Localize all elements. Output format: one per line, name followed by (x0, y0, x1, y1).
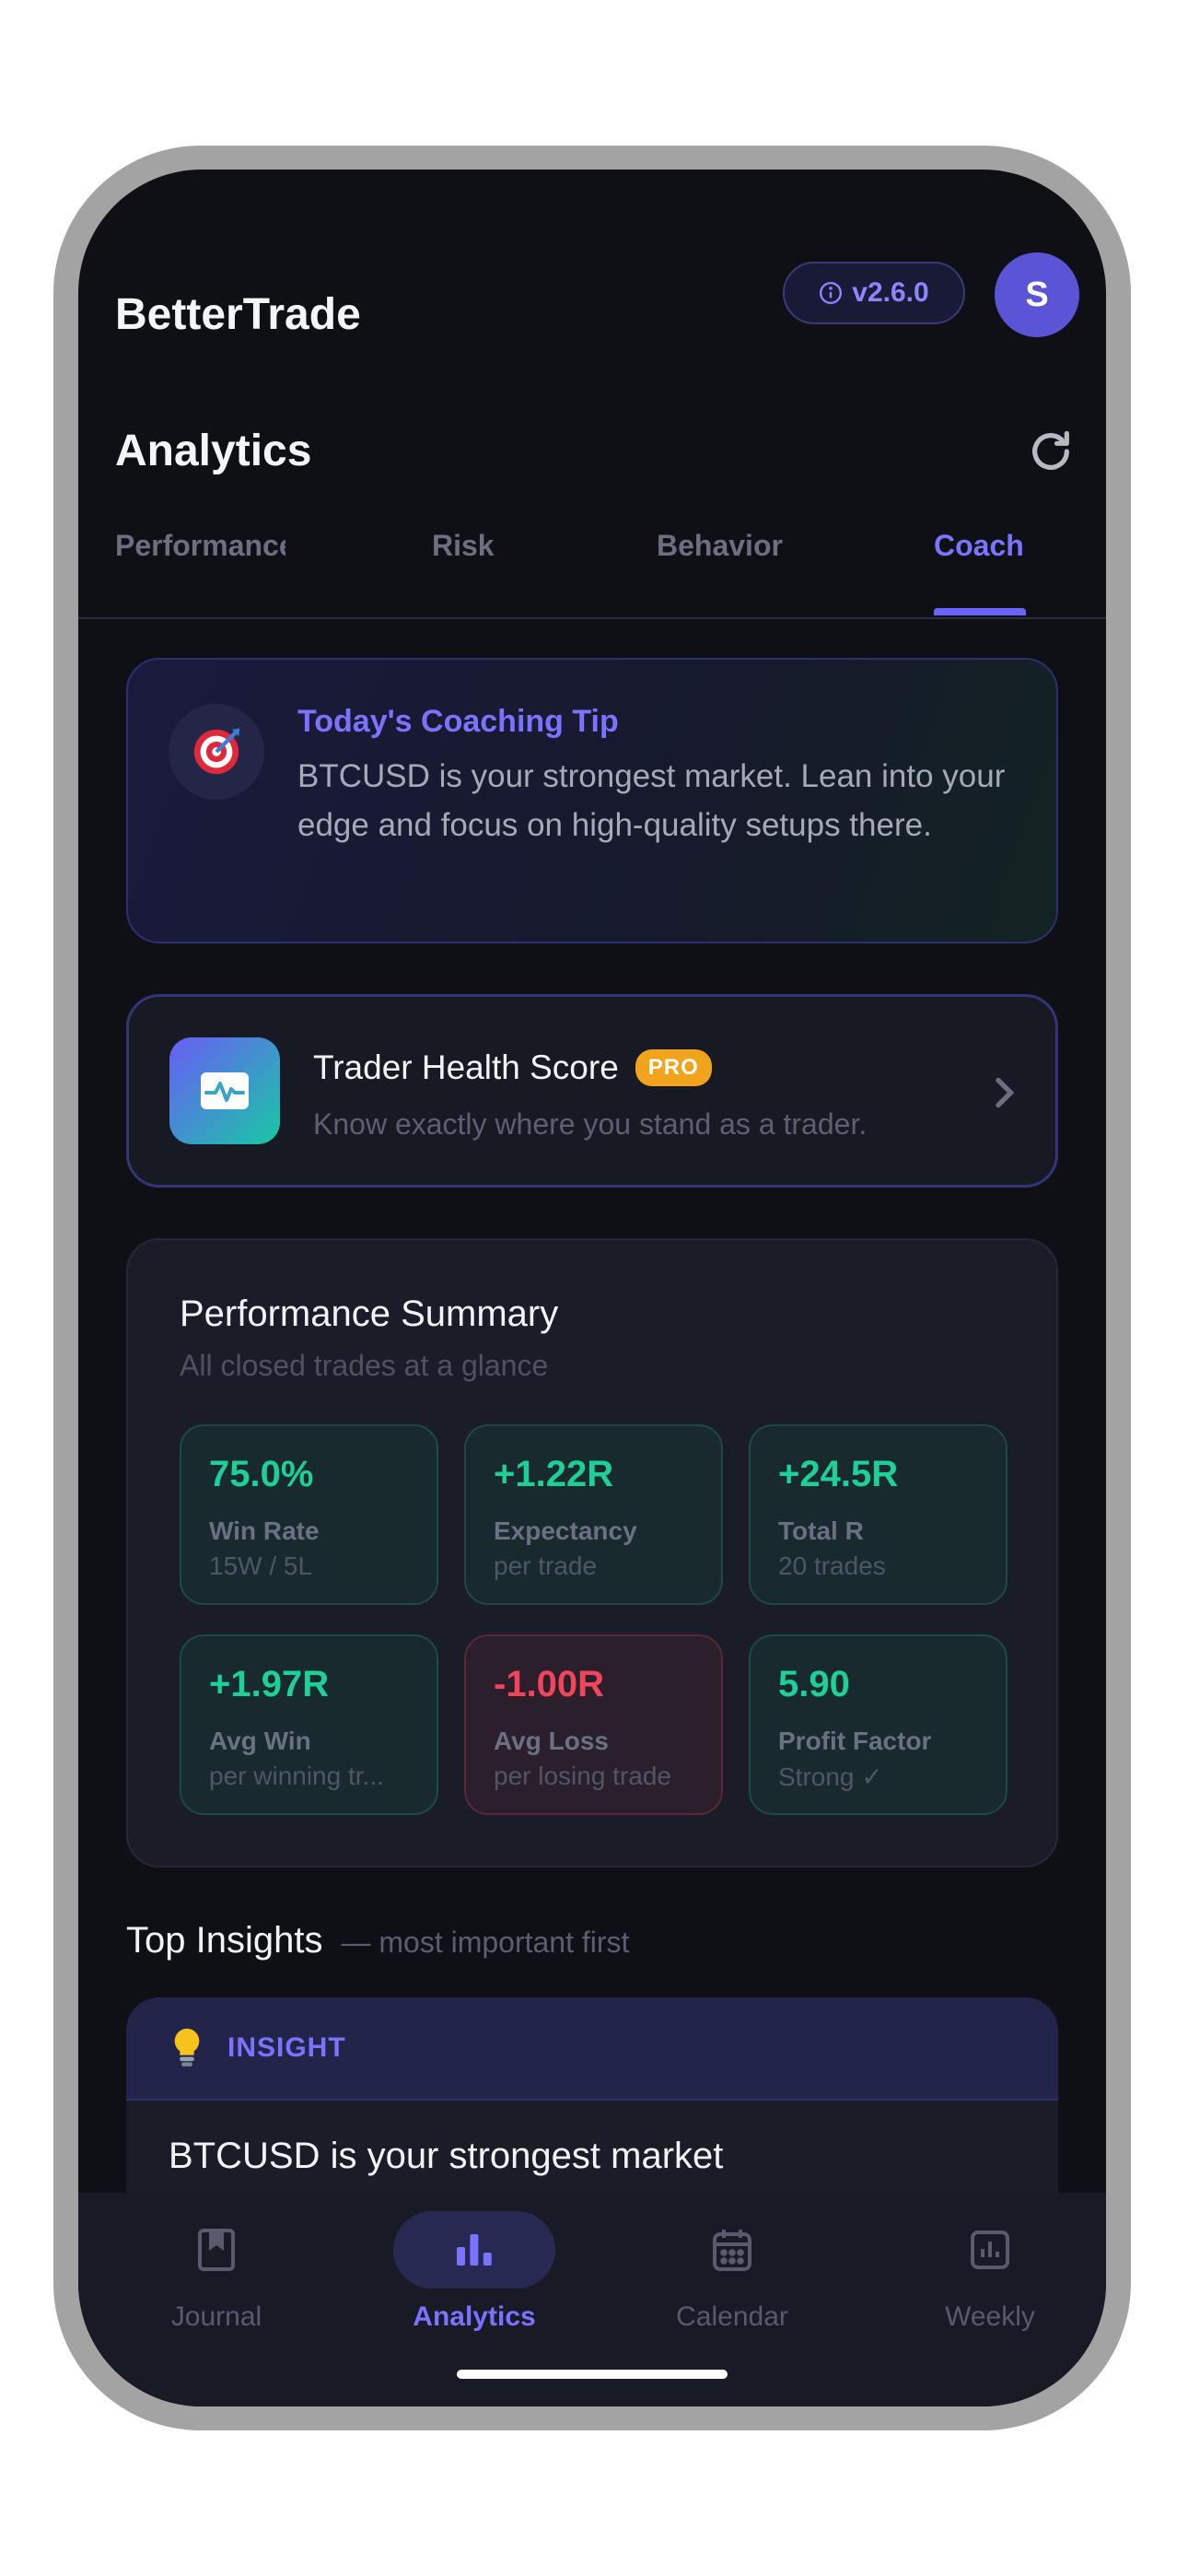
nav-calendar[interactable]: Calendar (640, 2211, 824, 2333)
stat-sub: 15W / 5L (209, 1551, 313, 1580)
health-score-title-row: Trader Health Score PRO (313, 1048, 712, 1087)
stat-label: Avg Loss (494, 1727, 609, 1755)
stat-value: -1.00R (494, 1664, 605, 1704)
app-screen: BetterTrade v2.6.0 S Analytics Performan… (78, 170, 1106, 2406)
insight-card-header: INSIGHT (126, 1997, 1058, 2101)
chevron-right-icon (996, 1077, 1015, 1108)
stat-value: 5.90 (778, 1664, 850, 1704)
page-title: Analytics (115, 427, 312, 475)
stat-sub: per losing trade (494, 1762, 672, 1790)
top-insights-heading: Top Insights — most important first (126, 1920, 629, 1961)
trader-health-score-card[interactable]: Trader Health Score PRO Know exactly whe… (126, 994, 1058, 1188)
summary-subtitle: All closed trades at a glance (180, 1349, 549, 1382)
insights-title: Top Insights (126, 1920, 323, 1961)
app-brand: BetterTrade (115, 290, 361, 339)
tab-risk[interactable]: Risk (432, 529, 495, 617)
stat-total-r: +24.5R Total R 20 trades (749, 1424, 1007, 1605)
phone-frame: BetterTrade v2.6.0 S Analytics Performan… (53, 146, 1131, 2430)
stat-expectancy: +1.22R Expectancy per trade (464, 1424, 723, 1605)
stat-sub: per trade (494, 1551, 598, 1580)
summary-title: Performance Summary (180, 1294, 559, 1334)
nav-label: Weekly (945, 2301, 1035, 2332)
pulse-icon (169, 1037, 280, 1144)
avatar-initial: S (1025, 275, 1049, 314)
chart-square-icon (971, 2231, 1009, 2269)
bar-chart-icon (457, 2234, 492, 2266)
info-icon (820, 281, 843, 305)
stat-profit-factor: 5.90 Profit Factor Strong ✓ (749, 1634, 1007, 1815)
stat-avg-loss: -1.00R Avg Loss per losing trade (464, 1634, 723, 1815)
pro-badge: PRO (635, 1049, 712, 1086)
nav-journal[interactable]: Journal (124, 2211, 309, 2333)
nav-pill (393, 2211, 555, 2289)
stat-avg-win: +1.97R Avg Win per winning tr... (180, 1634, 438, 1815)
target-icon (169, 704, 264, 800)
tab-performance[interactable]: Performance (115, 529, 285, 617)
stat-value: +1.22R (494, 1454, 614, 1494)
nav-label: Analytics (413, 2301, 536, 2332)
health-score-title: Trader Health Score (313, 1048, 619, 1086)
stat-value: 75.0% (209, 1454, 314, 1494)
stat-sub: per winning tr... (209, 1762, 384, 1790)
stat-value: +24.5R (778, 1454, 899, 1494)
insights-subtitle: — most important first (341, 1926, 630, 1959)
nav-label: Calendar (676, 2301, 788, 2332)
nav-pill (135, 2211, 297, 2289)
coaching-tip-card: Today's Coaching Tip BTCUSD is your stro… (126, 658, 1058, 943)
nav-analytics[interactable]: Analytics (382, 2211, 566, 2333)
analytics-tabs: Performance Risk Behavior Coach (78, 529, 1106, 619)
lightbulb-icon (174, 2028, 200, 2067)
stat-label: Win Rate (209, 1516, 320, 1545)
health-score-subtitle: Know exactly where you stand as a trader… (313, 1107, 868, 1141)
nav-pill (651, 2211, 813, 2289)
stat-sub: 20 trades (778, 1551, 886, 1580)
tab-behavior[interactable]: Behavior (657, 529, 783, 617)
avatar[interactable]: S (995, 252, 1079, 337)
active-tab-indicator (934, 608, 1026, 615)
nav-pill (909, 2211, 1071, 2289)
tab-coach[interactable]: Coach (934, 529, 1024, 617)
version-badge[interactable]: v2.6.0 (783, 262, 965, 324)
insight-tag: INSIGHT (227, 2032, 346, 2063)
stat-value: +1.97R (209, 1664, 330, 1704)
calendar-icon (713, 2230, 751, 2271)
coaching-tip-title: Today's Coaching Tip (297, 704, 619, 739)
coaching-tip-text: BTCUSD is your strongest market. Lean in… (297, 758, 1006, 843)
bookmark-book-icon (198, 2229, 235, 2271)
stat-sub: Strong ✓ (778, 1762, 883, 1791)
insight-title: BTCUSD is your strongest market (169, 2136, 724, 2176)
stat-label: Total R (778, 1516, 864, 1545)
stat-label: Expectancy (494, 1516, 637, 1545)
nav-weekly[interactable]: Weekly (898, 2211, 1082, 2333)
nav-label: Journal (170, 2301, 262, 2332)
version-label: v2.6.0 (852, 277, 929, 308)
stat-win-rate: 75.0% Win Rate 15W / 5L (180, 1424, 438, 1605)
stat-label: Profit Factor (778, 1727, 932, 1755)
home-indicator (457, 2370, 728, 2379)
performance-summary-card: Performance Summary All closed trades at… (126, 1238, 1058, 1868)
stat-label: Avg Win (209, 1727, 311, 1755)
refresh-icon[interactable] (1027, 427, 1075, 475)
